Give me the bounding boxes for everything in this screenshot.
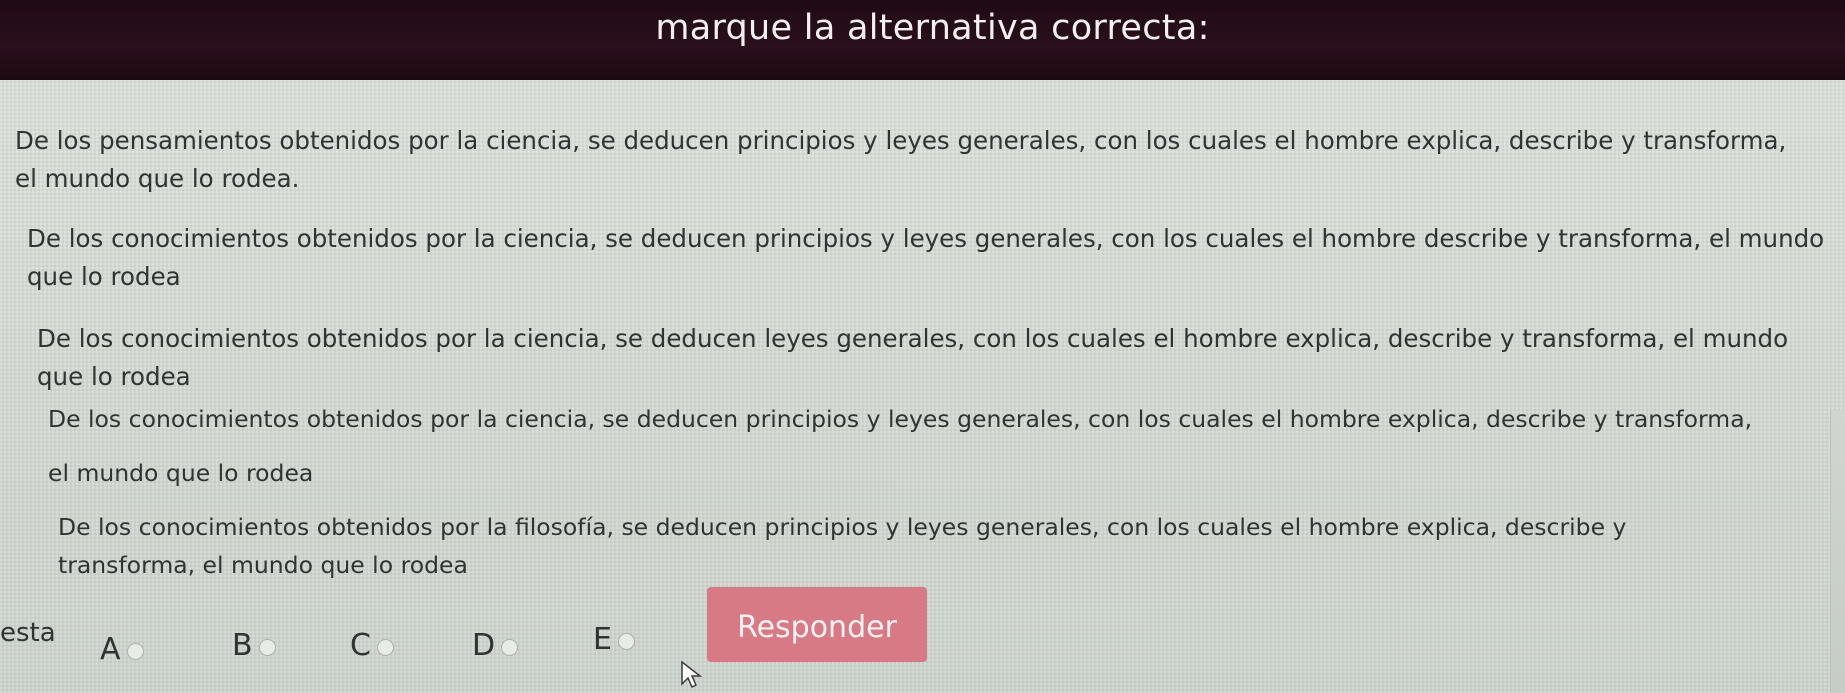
radio-empty-icon[interactable] [501, 639, 519, 656]
choice-a-radio[interactable]: A [100, 632, 144, 667]
scrollbar[interactable] [1830, 410, 1845, 693]
option-e-text: De los conocimientos obtenidos por la fi… [58, 513, 1627, 579]
choice-b-letter: B [232, 628, 253, 663]
option-a-text: De los pensamientos obtenidos por la cie… [15, 126, 1787, 193]
option-b-text: De los conocimientos obtenidos por la ci… [27, 224, 1825, 291]
arrow-cursor-icon [681, 660, 703, 689]
radio-empty-icon[interactable] [258, 639, 276, 656]
radio-empty-icon[interactable] [376, 639, 394, 656]
radio-empty-icon[interactable] [617, 633, 635, 650]
choice-d-radio[interactable]: D [472, 628, 519, 663]
respond-button[interactable]: Responder [707, 587, 927, 662]
option-c-text: De los conocimientos obtenidos por la ci… [37, 324, 1789, 391]
choice-a-letter: A [100, 632, 121, 667]
question-panel: De los pensamientos obtenidos por la cie… [0, 80, 1845, 693]
choice-b-radio[interactable]: B [232, 628, 276, 663]
choice-d-letter: D [472, 628, 496, 663]
page-title: marque la alternativa correcta: [655, 8, 1210, 48]
header-bar: marque la alternativa correcta: [0, 0, 1845, 80]
choice-c-letter: C [350, 628, 371, 663]
choice-e-radio[interactable]: E [593, 622, 635, 657]
option-d-text: De los conocimientos obtenidos por la ci… [48, 405, 1753, 487]
choice-e-letter: E [593, 622, 612, 657]
choice-c-radio[interactable]: C [350, 628, 394, 663]
radio-empty-icon[interactable] [126, 643, 144, 660]
answer-label: esta [0, 618, 56, 648]
